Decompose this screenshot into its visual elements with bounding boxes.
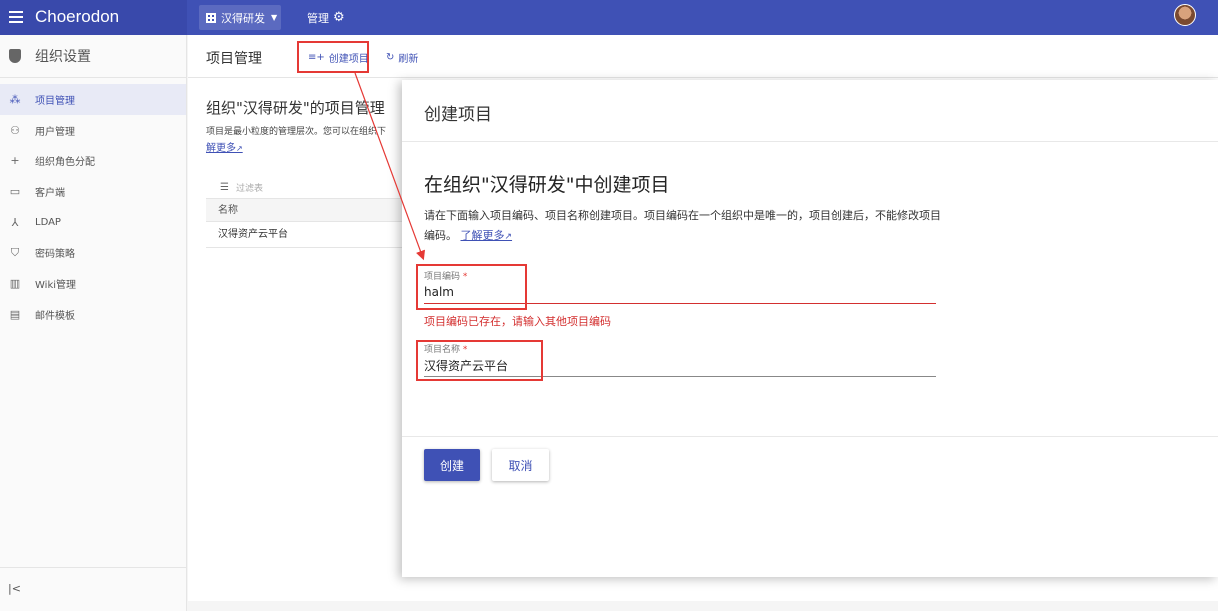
create-project-label: 创建项目 [328, 54, 369, 65]
refresh-icon: ↻ [386, 52, 395, 63]
caret-down-icon: ▼ [271, 13, 278, 22]
gear-icon: ⚙ [333, 10, 345, 25]
content-description: 项目是最小粒度的管理层次。您可以在组织下 [206, 127, 387, 137]
sidebar-item-label: 项目管理 [35, 95, 75, 107]
sidebar: 组织设置 ⁂ 项目管理 ⚇ 用户管理 + 组织角色分配 ▭ 客户端 ⅄ LDAP… [0, 35, 187, 611]
manage-menu[interactable]: 管理 ⚙ [307, 10, 345, 26]
sidebar-item-wiki[interactable]: ▥ Wiki管理 [0, 268, 186, 299]
create-button[interactable]: 创建 [424, 449, 480, 481]
app-logo: Choerodon [35, 7, 120, 26]
sidebar-item-label: 客户端 [35, 187, 65, 199]
sidebar-item-mail-template[interactable]: ▤ 邮件模板 [0, 299, 186, 330]
modal-learn-more-label: 了解更多 [460, 229, 505, 242]
filter-icon: ☰ [220, 182, 229, 193]
page-title: 项目管理 [206, 51, 262, 67]
org-name: 汉得研发 [221, 11, 265, 25]
external-link-icon: ↗ [236, 144, 243, 153]
modal-description: 请在下面输入项目编码、项目名称创建项目。项目编码在一个组织中是唯一的，项目创建后… [424, 206, 944, 247]
sidebar-item-label: 组织角色分配 [35, 157, 95, 169]
modal-title: 创建项目 [424, 105, 492, 125]
org-shield-icon [9, 49, 21, 63]
sidebar-footer: |< [0, 567, 186, 611]
top-bar-brand-area: Choerodon [0, 0, 187, 35]
modal-heading: 在组织"汉得研发"中创建项目 [424, 174, 670, 196]
table-header-name[interactable]: 名称 [206, 199, 406, 222]
sidebar-item-label: LDAP [35, 216, 61, 228]
sidebar-list: ⁂ 项目管理 ⚇ 用户管理 + 组织角色分配 ▭ 客户端 ⅄ LDAP ⛉ 密码… [0, 84, 186, 330]
user-icon: ⚇ [10, 123, 20, 137]
shield-icon: ⛉ [10, 245, 20, 259]
sidebar-item-role-assignment[interactable]: + 组织角色分配 [0, 145, 186, 176]
sidebar-item-ldap[interactable]: ⅄ LDAP [0, 207, 186, 238]
sidebar-item-client[interactable]: ▭ 客户端 [0, 176, 186, 207]
cancel-button[interactable]: 取消 [492, 449, 549, 481]
learn-more-label: 解更多 [206, 143, 236, 154]
filter-placeholder: 过滤表 [235, 184, 263, 194]
sidebar-item-label: 用户管理 [35, 126, 75, 138]
book-icon: ▥ [9, 276, 21, 290]
modal-learn-more-link[interactable]: 了解更多↗ [461, 229, 513, 242]
project-code-error: 项目编码已存在，请输入其他项目编码 [424, 315, 611, 328]
learn-more-link[interactable]: 解更多↗ [206, 139, 243, 154]
sidebar-item-password-policy[interactable]: ⛉ 密码策略 [0, 237, 186, 268]
modal-footer: 创建 取消 [402, 436, 1218, 577]
top-bar: Choerodon 汉得研发 ▼ 管理 ⚙ [0, 0, 1218, 35]
collapse-icon[interactable]: |< [8, 582, 21, 595]
refresh-button[interactable]: ↻ 刷新 [386, 50, 418, 65]
project-name-field: 项目名称 * [424, 342, 936, 377]
project-code-input[interactable] [424, 282, 936, 304]
project-code-label: 项目编码 * [424, 272, 468, 282]
manage-label: 管理 [307, 12, 329, 25]
refresh-label: 刷新 [398, 54, 419, 65]
sidebar-header: 组织设置 [0, 35, 186, 78]
create-project-button[interactable]: ≡+ 创建项目 [308, 50, 369, 65]
avatar[interactable] [1174, 4, 1196, 26]
laptop-icon: ▭ [9, 184, 21, 198]
sidebar-item-label: 密码策略 [35, 249, 75, 261]
table-row[interactable]: 汉得资产云平台 [206, 222, 406, 248]
template-icon: ▤ [9, 307, 21, 321]
project-code-field: 项目编码 * [424, 269, 936, 304]
page-header: 项目管理 ≡+ 创建项目 ↻ 刷新 [188, 35, 1218, 78]
ldap-icon: ⅄ [11, 215, 19, 229]
sidebar-item-label: Wiki管理 [35, 279, 77, 291]
project-name-input[interactable] [424, 355, 936, 377]
content-title: 组织"汉得研发"的项目管理 [206, 99, 385, 117]
external-link-icon: ↗ [504, 232, 513, 242]
project-name-label: 项目名称 * [424, 345, 468, 355]
sidebar-item-user-management[interactable]: ⚇ 用户管理 [0, 115, 186, 146]
org-selector[interactable]: 汉得研发 ▼ [199, 5, 281, 30]
menu-icon[interactable] [9, 11, 23, 23]
sidebar-title: 组织设置 [35, 49, 91, 65]
modal-header: 创建项目 [402, 80, 1218, 142]
create-project-modal: 创建项目 在组织"汉得研发"中创建项目 请在下面输入项目编码、项目名称创建项目。… [402, 80, 1218, 577]
playlist-add-icon: ≡+ [308, 52, 325, 63]
filter-bar[interactable]: ☰ 过滤表 [206, 177, 406, 199]
building-icon [206, 12, 216, 23]
sidebar-item-project-management[interactable]: ⁂ 项目管理 [0, 84, 186, 115]
person-add-icon: + [10, 154, 20, 168]
sidebar-item-label: 邮件模板 [35, 310, 75, 322]
project-icon: ⁂ [9, 92, 21, 106]
